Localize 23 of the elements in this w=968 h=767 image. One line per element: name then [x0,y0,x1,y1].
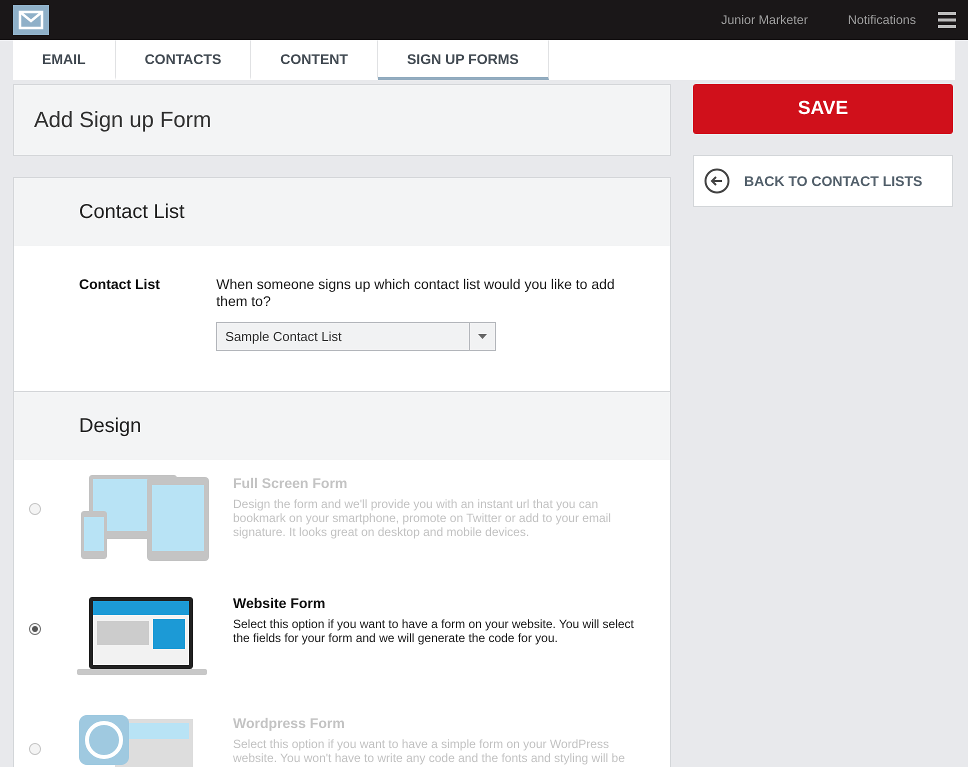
notifications-link[interactable]: Notifications [848,13,916,27]
caret-icon [478,334,488,339]
nav-tab[interactable]: SIGN UP FORMS [378,40,549,80]
menu-icon[interactable] [938,12,956,28]
save-button[interactable]: SAVE [693,84,953,134]
envelope-logo-icon[interactable] [13,5,49,35]
section-title: Design [14,392,670,460]
option-title: Wordpress Form [233,715,346,731]
option-description: Select this option if you want to have a simple form on your WordPress website. You won't have to write any code and the fonts and styling will be [233,737,626,765]
back-button[interactable]: BACK TO CONTACT LISTS [693,155,953,207]
contact-list-dropdown[interactable]: Sample Contact List [216,322,496,351]
section-title: Contact List [14,178,670,246]
radio-button[interactable] [29,743,41,755]
radio-button[interactable] [29,623,41,635]
option-description: Select this option if you want to have a form on your website. You will select the fields for your form and we will generate the code for you. [233,617,635,645]
option-title: Website Form [233,595,326,611]
user-name-link[interactable]: Junior Marketer [721,13,808,27]
page-title: Add Sign up Form [13,84,671,156]
option-description: Design the form and we'll provide you with an instant url that you can bookmark on your smartphone, promote on Twitter or add to your email signature. It looks great on desktop and mobile devices. [233,497,612,539]
radio-button[interactable] [29,503,41,515]
option-title: Full Screen Form [233,475,348,491]
question-text: When someone signs up which contact list would you like to add them to? [216,276,616,310]
field-label: Contact List [79,276,161,294]
